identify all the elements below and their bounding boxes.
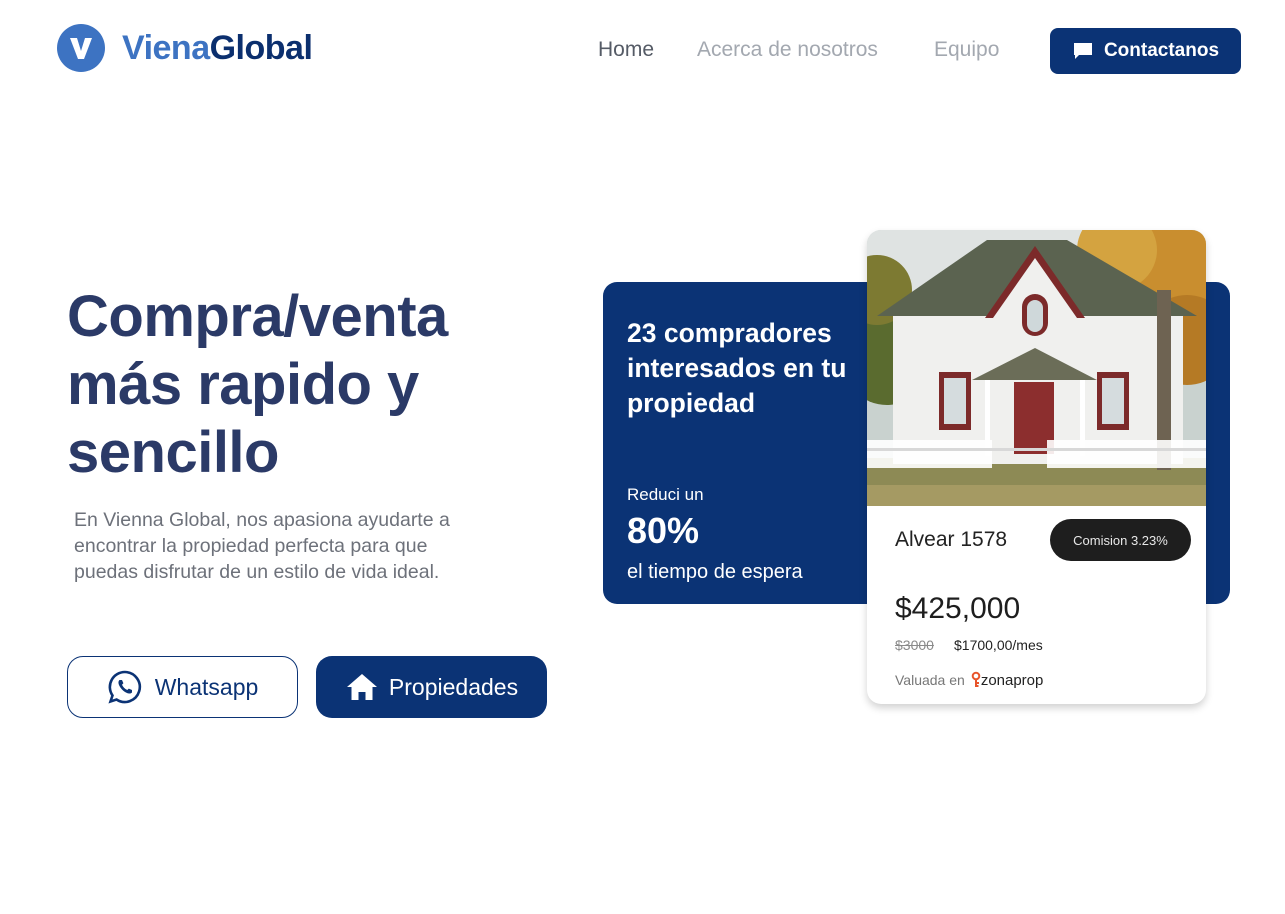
brand-name: VienaGlobal — [122, 28, 313, 68]
v-logo-icon — [57, 24, 105, 72]
whatsapp-icon — [108, 670, 141, 704]
contact-button[interactable]: Contactanos — [1050, 28, 1241, 74]
whatsapp-button[interactable]: Whatsapp — [67, 656, 298, 718]
stats-reduce-label: Reduci un — [627, 485, 704, 504]
zonaprop-logo: zonaprop — [971, 671, 1044, 689]
key-icon — [971, 671, 981, 687]
property-old-price: $3000 — [895, 637, 934, 653]
property-photo — [867, 230, 1206, 506]
brand-name-part1: Viena — [122, 28, 210, 67]
stats-wait-label: el tiempo de espera — [627, 561, 803, 583]
properties-button[interactable]: Propiedades — [316, 656, 547, 718]
brand-name-part2: Global — [209, 28, 313, 67]
hero-title: Compra/venta más rapido y sencillo — [67, 284, 448, 485]
nav-about[interactable]: Acerca de nosotros — [697, 38, 878, 62]
page: VienaGlobal Home Acerca de nosotros Equi… — [0, 0, 1285, 914]
properties-button-label: Propiedades — [388, 673, 519, 700]
zonaprop-text: zonaprop — [980, 671, 1044, 689]
chat-bubble-icon — [1073, 43, 1092, 59]
hero-description: En Vienna Global, nos apasiona ayudarte … — [74, 509, 450, 583]
property-address: Alvear 1578 — [895, 528, 1008, 551]
property-price: $425,000 — [895, 592, 1021, 625]
commission-badge: Comision 3.23% — [1050, 519, 1191, 561]
property-card[interactable]: Alvear 1578 Comision 3.23% $425,000 $300… — [867, 230, 1206, 704]
contact-button-label: Contactanos — [1103, 40, 1220, 61]
nav-team[interactable]: Equipo — [934, 38, 999, 62]
stats-percent: 80% — [627, 510, 700, 551]
home-icon — [346, 674, 377, 700]
property-rent: $1700,00/mes — [954, 637, 1043, 653]
valued-label: Valuada en — [895, 672, 965, 688]
brand-logo[interactable]: VienaGlobal — [57, 24, 313, 72]
whatsapp-button-label: Whatsapp — [154, 673, 259, 700]
stats-headline: 23 compradores interesados en tu propied… — [627, 318, 847, 418]
nav-home[interactable]: Home — [598, 38, 654, 62]
valuation-info: Valuada en zonaprop — [895, 671, 1043, 689]
